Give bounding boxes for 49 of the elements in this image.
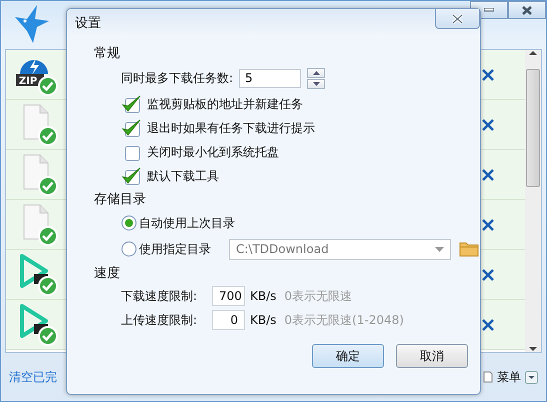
dialog-button[interactable]: 确定: [312, 344, 384, 368]
close-icon: [522, 6, 532, 14]
checkbox-label: 退出时如果有任务下载进行提示: [147, 120, 315, 136]
delete-button[interactable]: [481, 268, 495, 282]
radio-button[interactable]: [121, 241, 137, 257]
speed-field[interactable]: 700: [212, 286, 245, 306]
down-arrow-icon: [312, 82, 320, 86]
delete-button[interactable]: [481, 318, 495, 332]
clear-completed-link[interactable]: 清空已完: [9, 368, 57, 386]
section-heading: 常规: [94, 45, 121, 63]
close-icon: [452, 14, 463, 24]
down-arrow-icon[interactable]: [529, 347, 537, 352]
unit-label: KB/s: [250, 289, 276, 303]
speed-field[interactable]: 0: [212, 310, 245, 330]
section-heading: 存储目录: [94, 191, 147, 209]
minimize-icon: [484, 8, 494, 12]
field-label: 下载速度限制:: [121, 288, 198, 304]
increment-button[interactable]: [307, 68, 326, 78]
checkbox[interactable]: [121, 166, 143, 186]
section-heading: 速度: [94, 265, 121, 283]
hint-text: 0表示无限速(1-2048): [284, 312, 404, 328]
radio-button[interactable]: [121, 215, 137, 231]
max-tasks-field[interactable]: 5: [239, 68, 302, 88]
close-button[interactable]: [508, 1, 546, 19]
document-icon: [483, 371, 493, 383]
radio-label: 自动使用上次目录: [139, 214, 235, 232]
menu-button[interactable]: 菜单: [497, 368, 521, 386]
scrollbar[interactable]: [525, 50, 541, 352]
checkbox-label: 监视剪贴板的地址并新建任务: [147, 96, 303, 112]
delete-button[interactable]: [481, 218, 495, 232]
dropdown-icon[interactable]: [525, 370, 538, 384]
up-arrow-icon: [312, 70, 320, 74]
delete-button[interactable]: [481, 118, 495, 132]
dialog-button[interactable]: 取消: [396, 344, 468, 368]
checkbox-label: 关闭时最小化到系统托盘: [147, 144, 279, 160]
hint-text: 0表示无限速: [284, 288, 352, 304]
checkbox-label: 默认下载工具: [147, 168, 219, 184]
checkbox[interactable]: [121, 94, 143, 114]
dialog-title: 设置: [75, 14, 101, 32]
checkbox[interactable]: [121, 118, 143, 138]
field-label: 同时最多下载任务数:: [121, 70, 234, 86]
field-label: 上传速度限制:: [121, 312, 198, 328]
delete-button[interactable]: [481, 68, 495, 82]
decrement-button[interactable]: [307, 78, 326, 88]
folder-icon[interactable]: [459, 241, 479, 257]
unit-label: KB/s: [250, 313, 276, 327]
delete-button[interactable]: [481, 168, 495, 182]
up-arrow-icon[interactable]: [529, 50, 537, 55]
radio-label: 使用指定目录: [139, 240, 211, 258]
